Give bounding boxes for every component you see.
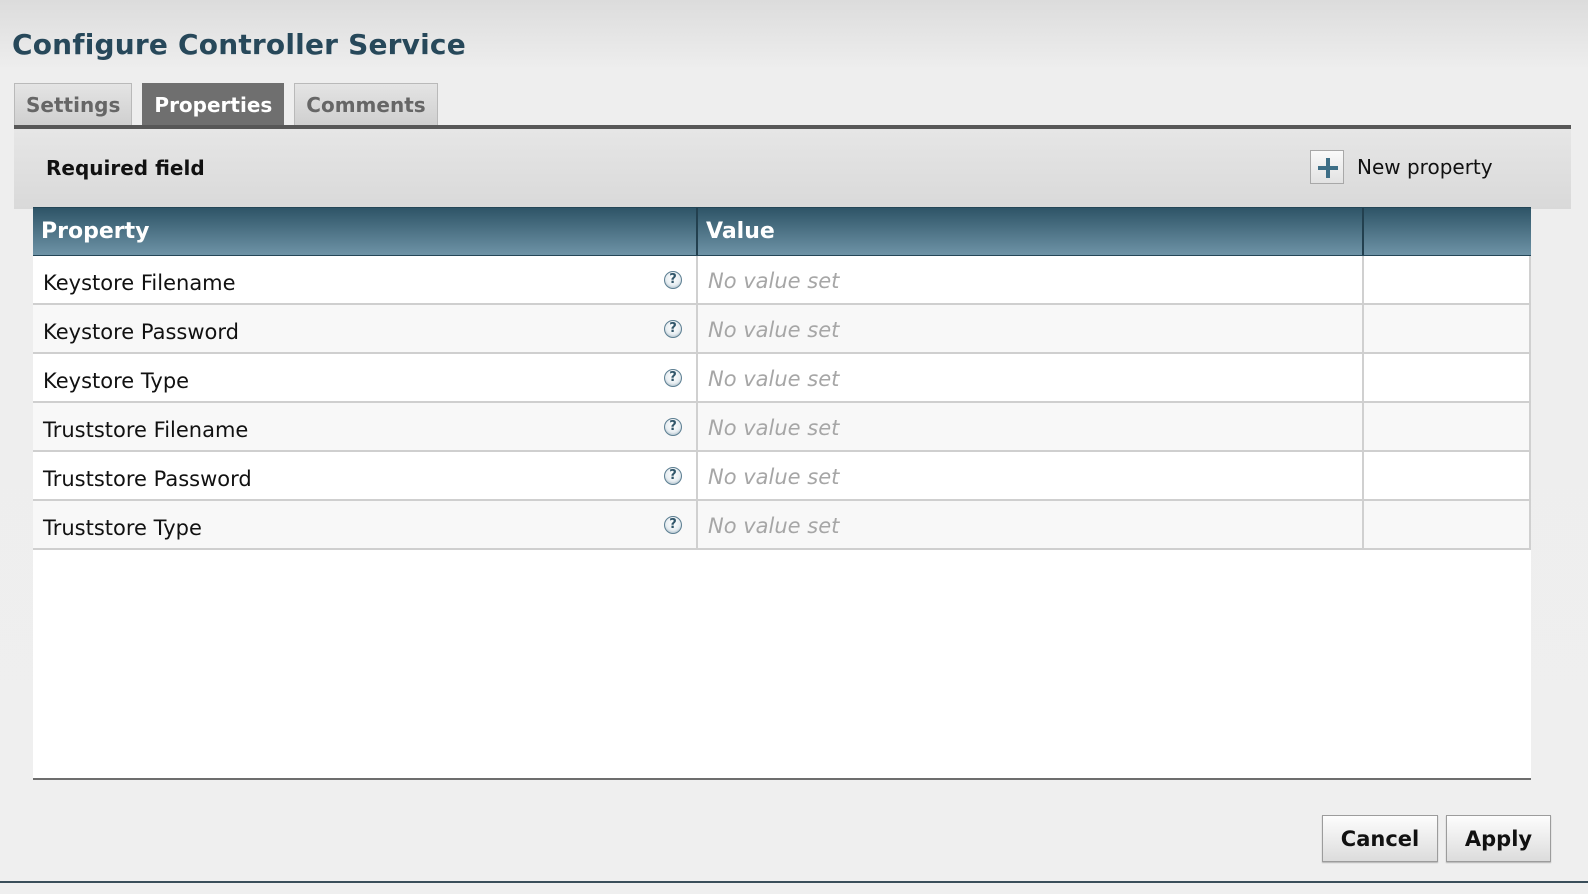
- cell-divider: [696, 403, 698, 450]
- cell-divider: [696, 501, 698, 548]
- property-value[interactable]: No value set: [708, 452, 839, 499]
- table-row[interactable]: Truststore Type ? No value set: [33, 501, 1531, 550]
- table-row[interactable]: Truststore Password ? No value set: [33, 452, 1531, 501]
- dialog-title: Configure Controller Service: [12, 28, 466, 61]
- column-header-actions: [1364, 208, 1531, 255]
- property-name: Keystore Filename: [43, 271, 236, 295]
- tab-comments[interactable]: Comments: [294, 83, 438, 126]
- cell-divider: [696, 256, 698, 303]
- property-value[interactable]: No value set: [708, 256, 839, 303]
- plus-icon[interactable]: [1310, 150, 1344, 184]
- cell-divider: [1362, 501, 1364, 548]
- property-name: Keystore Password: [43, 320, 239, 344]
- required-field-label: Required field: [46, 156, 205, 180]
- cell-divider: [1362, 256, 1364, 303]
- cell-divider: [696, 305, 698, 352]
- cell-divider: [1362, 305, 1364, 352]
- property-value[interactable]: No value set: [708, 354, 839, 401]
- property-value[interactable]: No value set: [708, 501, 839, 548]
- bottom-border: [0, 881, 1588, 883]
- property-name: Truststore Type: [43, 516, 202, 540]
- properties-table: Property Value Keystore Filename ? No va…: [33, 207, 1531, 780]
- property-value[interactable]: No value set: [708, 305, 839, 352]
- question-icon[interactable]: ?: [664, 516, 682, 534]
- question-icon[interactable]: ?: [664, 271, 682, 289]
- cell-divider: [696, 354, 698, 401]
- question-icon[interactable]: ?: [664, 467, 682, 485]
- cell-edge: [1529, 256, 1531, 303]
- tab-bar: Settings Properties Comments: [14, 83, 448, 126]
- cell-divider: [696, 452, 698, 499]
- new-property-button[interactable]: New property: [1310, 150, 1493, 184]
- tab-properties[interactable]: Properties: [142, 83, 285, 126]
- apply-button[interactable]: Apply: [1446, 815, 1551, 862]
- column-header-value[interactable]: Value: [698, 208, 1362, 255]
- new-property-label[interactable]: New property: [1357, 155, 1493, 179]
- cell-divider: [1362, 403, 1364, 450]
- cell-edge: [1529, 403, 1531, 450]
- question-icon[interactable]: ?: [664, 320, 682, 338]
- question-icon[interactable]: ?: [664, 418, 682, 436]
- question-icon[interactable]: ?: [664, 369, 682, 387]
- table-row[interactable]: Truststore Filename ? No value set: [33, 403, 1531, 452]
- table-header: Property Value: [33, 207, 1531, 256]
- table-row[interactable]: Keystore Filename ? No value set: [33, 256, 1531, 305]
- cell-divider: [1362, 452, 1364, 499]
- tab-settings[interactable]: Settings: [14, 83, 133, 126]
- cell-edge: [1529, 452, 1531, 499]
- cancel-button[interactable]: Cancel: [1322, 815, 1438, 862]
- cell-edge: [1529, 305, 1531, 352]
- property-name: Truststore Password: [43, 467, 252, 491]
- cell-edge: [1529, 501, 1531, 548]
- table-row[interactable]: Keystore Type ? No value set: [33, 354, 1531, 403]
- cell-edge: [1529, 354, 1531, 401]
- table-row[interactable]: Keystore Password ? No value set: [33, 305, 1531, 354]
- property-name: Keystore Type: [43, 369, 190, 393]
- configure-controller-service-dialog: Configure Controller Service Settings Pr…: [0, 0, 1588, 894]
- cell-divider: [1362, 354, 1364, 401]
- property-value[interactable]: No value set: [708, 403, 839, 450]
- column-header-property[interactable]: Property: [33, 208, 696, 255]
- property-name: Truststore Filename: [43, 418, 249, 442]
